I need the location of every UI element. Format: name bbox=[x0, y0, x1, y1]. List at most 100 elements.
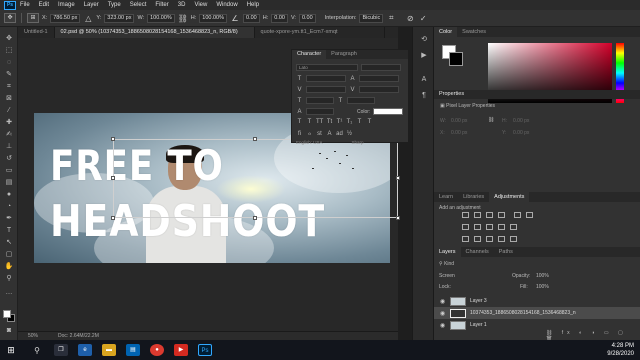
zoom-icon[interactable]: ⚲ bbox=[4, 275, 14, 283]
warp-icon[interactable]: ⌗ bbox=[386, 13, 396, 23]
underline-icon[interactable]: T bbox=[356, 119, 363, 125]
posterize-icon[interactable] bbox=[474, 236, 481, 242]
fill-field[interactable]: 100% bbox=[536, 284, 549, 290]
healing-icon[interactable]: ✚ bbox=[4, 119, 14, 127]
tab-learn[interactable]: Learn bbox=[434, 192, 458, 202]
text-color-swatch[interactable] bbox=[373, 108, 404, 115]
leading-field[interactable] bbox=[359, 75, 399, 82]
document-size[interactable]: Doc: 2.64M/22.2M bbox=[58, 333, 99, 339]
color-panel-background-swatch[interactable] bbox=[449, 52, 463, 66]
marquee-icon[interactable]: ⬚ bbox=[4, 47, 14, 55]
foreground-color-swatch[interactable] bbox=[3, 310, 11, 318]
vibrance-icon[interactable] bbox=[514, 212, 521, 218]
selective-color-icon[interactable] bbox=[498, 236, 505, 242]
tab-paragraph[interactable]: Paragraph bbox=[326, 50, 362, 59]
chrome-icon[interactable]: ● bbox=[150, 344, 164, 356]
w-field[interactable]: 100.00% bbox=[147, 13, 175, 23]
language-select[interactable]: English: USA bbox=[296, 140, 323, 145]
link-icon[interactable]: ⛓ bbox=[178, 14, 188, 23]
v-skew-field[interactable]: 0.00 bbox=[298, 13, 316, 23]
menu-edit[interactable]: Edit bbox=[39, 2, 49, 8]
task-view-icon[interactable]: ❐ bbox=[54, 344, 68, 356]
transform-handle[interactable] bbox=[111, 176, 115, 180]
baseline-shift-field[interactable] bbox=[306, 108, 334, 115]
menu-help[interactable]: Help bbox=[247, 2, 259, 8]
properties-header[interactable]: Properties bbox=[434, 90, 640, 99]
curves-icon[interactable] bbox=[486, 212, 493, 218]
font-size-field[interactable] bbox=[306, 75, 346, 82]
swash-icon[interactable]: ℴ bbox=[306, 130, 313, 137]
blend-mode-select[interactable]: Screen bbox=[439, 273, 455, 279]
titling-icon[interactable]: A bbox=[326, 131, 333, 137]
anti-alias-select[interactable]: Sharp bbox=[352, 140, 364, 145]
link-icon[interactable]: ⛓ bbox=[488, 117, 494, 123]
store-icon[interactable]: ▤ bbox=[126, 344, 140, 356]
history-brush-icon[interactable]: ↺ bbox=[4, 155, 14, 163]
tab-active-document[interactable]: 02.psd @ 50% (10374353_1886508028154168_… bbox=[54, 27, 255, 38]
subscript-icon[interactable]: T₁ bbox=[346, 119, 353, 125]
strikethrough-icon[interactable]: T bbox=[366, 119, 373, 125]
superscript-icon[interactable]: T¹ bbox=[336, 119, 343, 125]
w-prop-value[interactable]: 0.00 px bbox=[451, 118, 467, 124]
transform-handle[interactable] bbox=[111, 216, 115, 220]
tab-paths[interactable]: Paths bbox=[494, 247, 518, 257]
y-prop-value[interactable]: 0.00 px bbox=[513, 130, 529, 136]
stamp-icon[interactable]: ⊥ bbox=[4, 143, 14, 151]
angle-field[interactable]: 0.00 bbox=[243, 13, 260, 23]
search-icon[interactable]: ⚲ bbox=[30, 346, 44, 355]
move-icon[interactable]: ✥ bbox=[4, 35, 14, 43]
system-tray[interactable]: 4:28 PM 9/28/2020 bbox=[607, 342, 634, 358]
path-select-icon[interactable]: ↖ bbox=[4, 239, 14, 247]
eye-icon[interactable]: ◉ bbox=[439, 310, 446, 317]
faux-italic-icon[interactable]: T bbox=[306, 119, 313, 125]
tracking-field[interactable] bbox=[359, 86, 399, 93]
cancel-transform-icon[interactable]: ⊘ bbox=[405, 14, 415, 23]
filter-kind-select[interactable]: ⚲ Kind bbox=[439, 261, 454, 267]
youtube-icon[interactable]: ▶ bbox=[174, 344, 188, 356]
zoom-level[interactable]: 50% bbox=[28, 333, 38, 339]
tab-layers[interactable]: Layers bbox=[434, 247, 461, 257]
pen-icon[interactable]: ✒ bbox=[4, 215, 14, 223]
menu-select[interactable]: Select bbox=[130, 2, 147, 8]
transform-handle[interactable] bbox=[396, 216, 400, 220]
quick-mask-icon[interactable]: ◙ bbox=[4, 327, 14, 335]
transform-handle[interactable] bbox=[111, 137, 115, 141]
hand-icon[interactable]: ✋ bbox=[4, 263, 14, 271]
levels-icon[interactable] bbox=[474, 212, 481, 218]
transform-bounding-box[interactable] bbox=[111, 137, 400, 220]
small-caps-icon[interactable]: Tt bbox=[326, 119, 333, 125]
tab-swatches[interactable]: Swatches bbox=[457, 27, 491, 37]
opacity-field[interactable]: 100% bbox=[536, 273, 549, 279]
font-style-select[interactable] bbox=[361, 64, 401, 71]
tab-quote-document[interactable]: quote-xpore-ym.tt1_Ecm7-xmqt bbox=[255, 27, 385, 38]
layer-row-selected[interactable]: ◉ 10374353_1886508028154168_1536468823_n bbox=[434, 307, 640, 319]
tab-adjustments[interactable]: Adjustments bbox=[489, 192, 530, 202]
h-skew-field[interactable]: 0.00 bbox=[271, 13, 288, 23]
gradient-icon[interactable]: ▤ bbox=[4, 179, 14, 187]
fractions-icon[interactable]: ½ bbox=[346, 131, 353, 137]
file-explorer-icon[interactable]: ▬ bbox=[102, 344, 116, 356]
frame-icon[interactable]: ⊠ bbox=[4, 95, 14, 103]
color-lookup-icon[interactable] bbox=[510, 224, 517, 230]
font-family-select[interactable]: Lato bbox=[296, 64, 358, 71]
foreground-background-colors[interactable] bbox=[3, 310, 15, 322]
paragraph-icon[interactable]: ¶ bbox=[419, 91, 429, 101]
invert-icon[interactable] bbox=[462, 236, 469, 242]
eye-icon[interactable]: ◉ bbox=[439, 322, 446, 329]
blur-icon[interactable]: ● bbox=[4, 191, 14, 199]
interpolation-select[interactable]: Bicubic bbox=[359, 13, 384, 23]
transform-handle[interactable] bbox=[253, 216, 257, 220]
type-icon[interactable]: T bbox=[4, 227, 14, 235]
menu-layer[interactable]: Layer bbox=[84, 2, 99, 8]
menu-type[interactable]: Type bbox=[108, 2, 121, 8]
tab-color[interactable]: Color bbox=[434, 27, 458, 37]
dodge-icon[interactable]: ◔ bbox=[4, 203, 14, 211]
windows-start-icon[interactable]: ⊞ bbox=[0, 345, 22, 356]
eyedropper-icon[interactable]: ⁄ bbox=[4, 107, 14, 115]
stylistic-icon[interactable]: st bbox=[316, 131, 323, 137]
eye-icon[interactable]: ◉ bbox=[439, 298, 446, 305]
rectangle-icon[interactable]: ▢ bbox=[4, 251, 14, 259]
actions-icon[interactable]: ▶ bbox=[419, 51, 429, 61]
all-caps-icon[interactable]: TT bbox=[316, 119, 323, 125]
transform-handle[interactable] bbox=[396, 176, 400, 180]
